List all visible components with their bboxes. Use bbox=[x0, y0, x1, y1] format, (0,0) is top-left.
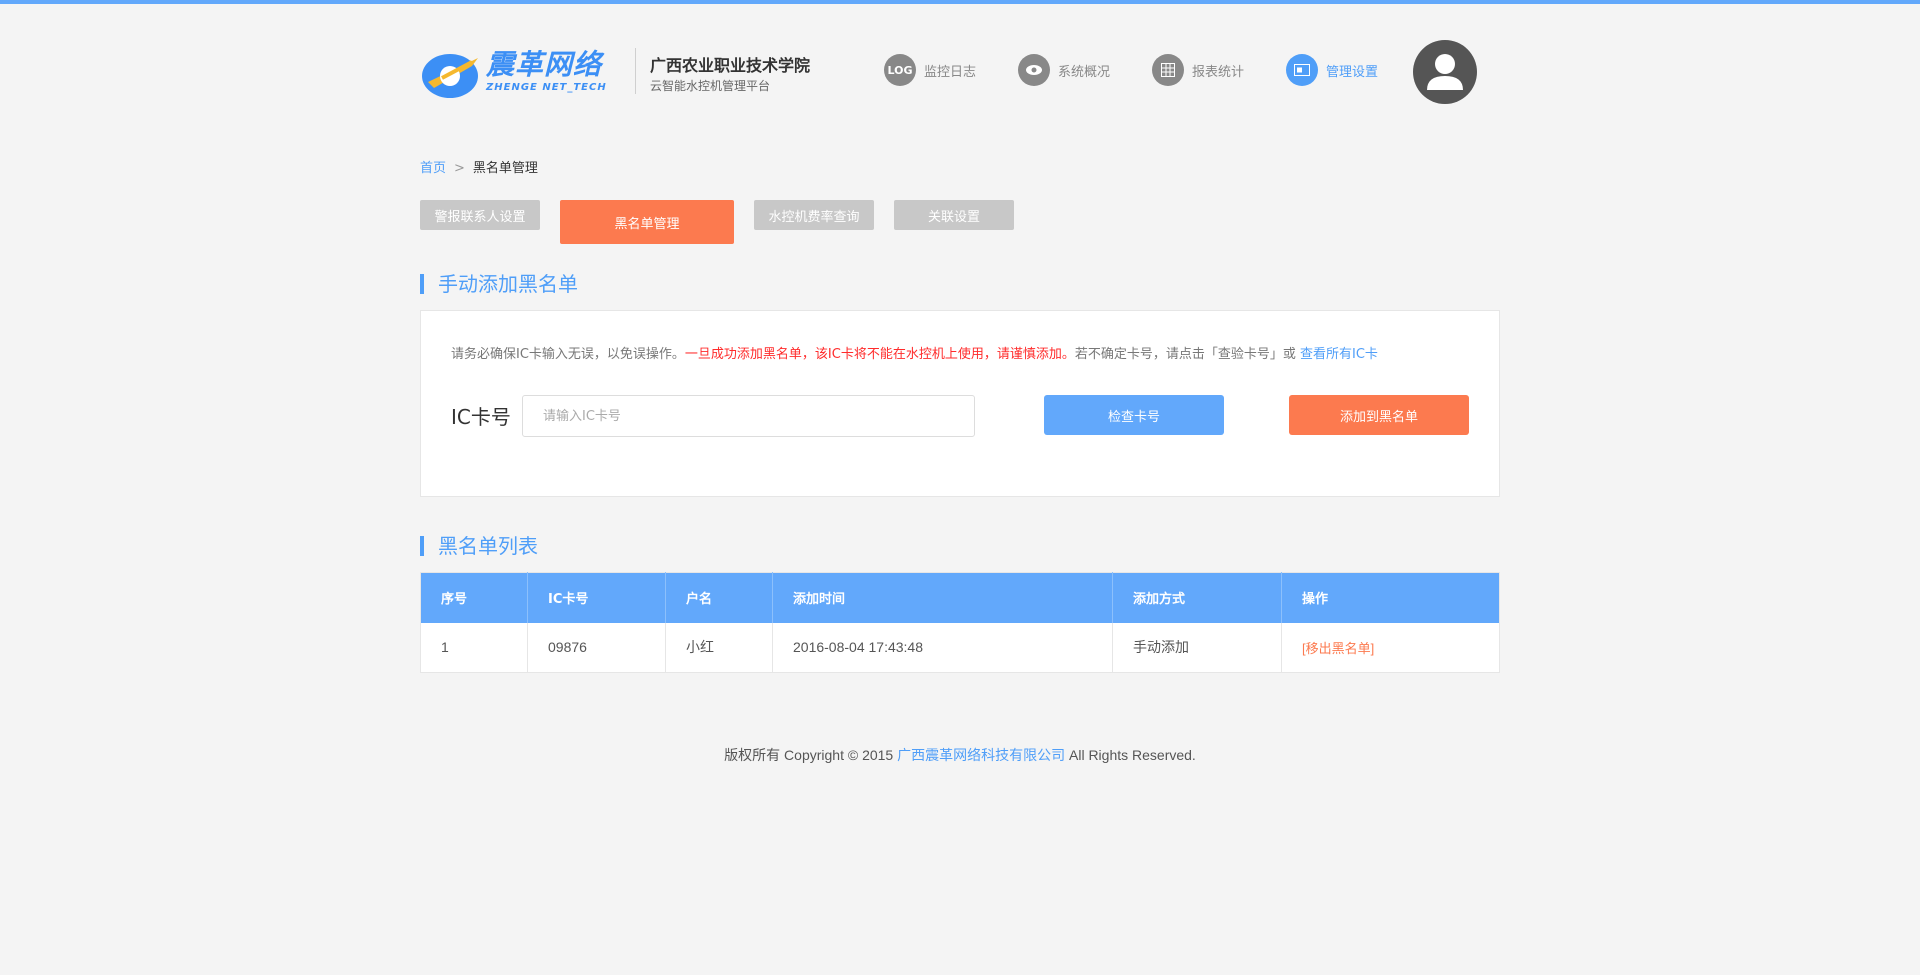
nav-label: 报表统计 bbox=[1192, 64, 1245, 80]
manual-add-panel: 请务必确保IC卡输入无误，以免误操作。一旦成功添加黑名单，该IC卡将不能在水控机… bbox=[420, 310, 1500, 497]
platform-name: 云智能水控机管理平台 bbox=[650, 79, 771, 93]
nav-label: 监控日志 bbox=[924, 64, 977, 80]
notice-part-b: 若不确定卡号，请点击「查验卡号」或 bbox=[1074, 347, 1300, 362]
school-name: 广西农业职业技术学院 bbox=[650, 56, 811, 75]
logo-subtext: ZHENGE NET_TECH bbox=[486, 82, 607, 93]
remove-from-blacklist-link[interactable]: [移出黑名单] bbox=[1302, 641, 1374, 656]
nav-system-overview[interactable]: 系统概况 bbox=[1018, 54, 1110, 86]
nav-label: 管理设置 bbox=[1326, 64, 1379, 80]
check-card-button[interactable]: 检查卡号 bbox=[1044, 395, 1224, 435]
breadcrumb-separator: > bbox=[454, 161, 465, 176]
ic-card-input[interactable] bbox=[522, 395, 975, 437]
logo-mark-icon bbox=[422, 54, 478, 98]
breadcrumb-current: 黑名单管理 bbox=[472, 161, 538, 176]
tab-blacklist[interactable]: 黑名单管理 bbox=[560, 200, 734, 244]
footer-prefix: 版权所有 Copyright © 2015 bbox=[724, 747, 898, 763]
nav-report-stats[interactable]: 报表统计 bbox=[1152, 54, 1244, 86]
tab-rate-query[interactable]: 水控机费率查询 bbox=[754, 200, 874, 230]
blacklist-table: 序号 IC卡号 户名 添加时间 添加方式 操作 1 09876 小红 2016-… bbox=[420, 572, 1500, 673]
cell-index: 1 bbox=[420, 622, 528, 673]
notice-part-a: 请务必确保IC卡输入无误，以免误操作。 bbox=[451, 347, 685, 362]
view-all-cards-link[interactable]: 查看所有IC卡 bbox=[1300, 347, 1378, 362]
nav-management-settings[interactable]: 管理设置 bbox=[1286, 54, 1378, 86]
column-header-name: 户名 bbox=[665, 572, 773, 623]
cell-name: 小红 bbox=[665, 622, 773, 673]
cell-card: 09876 bbox=[527, 622, 666, 673]
eye-icon bbox=[1018, 54, 1050, 86]
column-header-time: 添加时间 bbox=[772, 572, 1113, 623]
footer: 版权所有 Copyright © 2015 广西震革网络科技有限公司 All R… bbox=[0, 745, 1920, 765]
nav-label: 系统概况 bbox=[1058, 64, 1111, 80]
user-icon bbox=[1427, 54, 1463, 90]
top-accent-bar bbox=[0, 0, 1920, 4]
breadcrumb: 首页 > 黑名单管理 bbox=[420, 157, 538, 176]
cell-time: 2016-08-04 17:43:48 bbox=[772, 622, 1113, 673]
tab-link-settings[interactable]: 关联设置 bbox=[894, 200, 1014, 230]
column-header-index: 序号 bbox=[420, 572, 528, 623]
grid-icon bbox=[1152, 54, 1184, 86]
add-to-blacklist-button[interactable]: 添加到黑名单 bbox=[1289, 395, 1469, 435]
column-header-card: IC卡号 bbox=[527, 572, 666, 623]
breadcrumb-home-link[interactable]: 首页 bbox=[420, 161, 446, 176]
column-header-method: 添加方式 bbox=[1112, 572, 1282, 623]
header: 震革网络 ZHENGE NET_TECH 广西农业职业技术学院 云智能水控机管理… bbox=[420, 40, 1480, 120]
tab-alert-contacts[interactable]: 警报联系人设置 bbox=[420, 200, 540, 230]
nav-monitor-log[interactable]: LOG 监控日志 bbox=[884, 54, 976, 86]
card-icon bbox=[1286, 54, 1318, 86]
ic-card-label: IC卡号 bbox=[451, 405, 511, 429]
table-row: 1 09876 小红 2016-08-04 17:43:48 手动添加 [移出黑… bbox=[420, 622, 1500, 673]
cell-method: 手动添加 bbox=[1112, 622, 1282, 673]
table-header-row: 序号 IC卡号 户名 添加时间 添加方式 操作 bbox=[420, 572, 1500, 623]
footer-suffix: All Rights Reserved. bbox=[1065, 747, 1196, 763]
company-link[interactable]: 广西震革网络科技有限公司 bbox=[897, 747, 1065, 763]
column-header-action: 操作 bbox=[1281, 572, 1500, 623]
logo-divider bbox=[635, 48, 636, 94]
section-title-blacklist: 黑名单列表 bbox=[420, 536, 538, 556]
cell-action: [移出黑名单] bbox=[1282, 623, 1500, 673]
notice-warning: 一旦成功添加黑名单，该IC卡将不能在水控机上使用，请谨慎添加。 bbox=[684, 347, 1075, 362]
notice-text: 请务必确保IC卡输入无误，以免误操作。一旦成功添加黑名单，该IC卡将不能在水控机… bbox=[451, 343, 1378, 362]
logo-text: 震革网络 bbox=[486, 48, 603, 81]
section-title-manual-add: 手动添加黑名单 bbox=[420, 274, 578, 294]
log-icon: LOG bbox=[884, 54, 916, 86]
logo[interactable]: 震革网络 ZHENGE NET_TECH bbox=[420, 48, 620, 100]
avatar[interactable] bbox=[1413, 40, 1477, 104]
